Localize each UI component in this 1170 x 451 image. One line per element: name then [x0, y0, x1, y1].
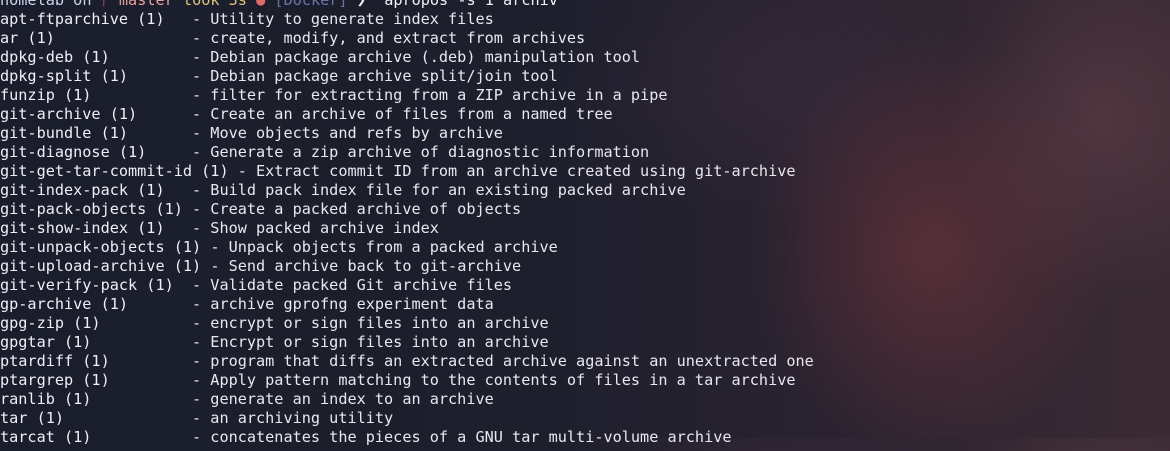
output-line: git-show-index (1) - Show packed archive…: [0, 219, 1170, 238]
output-line: git-archive (1) - Create an archive of f…: [0, 105, 1170, 124]
output-line: ptardiff (1) - program that diffs an ext…: [0, 352, 1170, 371]
output-line: gpg-zip (1) - encrypt or sign files into…: [0, 314, 1170, 333]
manpage-description: - Create a packed archive of objects: [182, 200, 522, 218]
manpage-description: - an archiving utility: [182, 409, 394, 427]
output-line: git-verify-pack (1) - Validate packed Gi…: [0, 276, 1170, 295]
manpage-name: git-verify-pack (1): [0, 276, 183, 294]
output-line: gp-archive (1) - archive gprofng experim…: [0, 295, 1170, 314]
output-line: git-get-tar-commit-id (1) - Extract comm…: [0, 162, 1170, 181]
output-line: git-index-pack (1) - Build pack index fi…: [0, 181, 1170, 200]
manpage-name: gp-archive (1): [0, 295, 183, 313]
manpage-description: - Extract commit ID from an archive crea…: [228, 162, 796, 180]
manpage-description: - concatenates the pieces of a GNU tar m…: [182, 428, 732, 446]
manpage-description: - encrypt or sign files into an archive: [182, 314, 549, 332]
manpage-name: git-upload-archive (1): [0, 257, 202, 275]
manpage-description: - Send archive back to git-archive: [201, 257, 522, 275]
output-line: ptargrep (1) - Apply pattern matching to…: [0, 371, 1170, 390]
manpage-description: - archive gprofng experiment data: [182, 295, 494, 313]
manpage-description: - generate an index to an archive: [182, 390, 494, 408]
manpage-name: git-index-pack (1): [0, 181, 183, 199]
manpage-description: - filter for extracting from a ZIP archi…: [182, 86, 668, 104]
manpage-name: ranlib (1): [0, 390, 183, 408]
output-line: funzip (1) - filter for extracting from …: [0, 86, 1170, 105]
output-line: dpkg-deb (1) - Debian package archive (.…: [0, 48, 1170, 67]
manpage-description: - Move objects and refs by archive: [182, 124, 503, 142]
prompt-arrow-icon: ❯: [356, 0, 366, 9]
output-line: gpgtar (1) - Encrypt or sign files into …: [0, 333, 1170, 352]
prompt-hostname: homelab: [0, 0, 65, 9]
output-line: tar (1) - an archiving utility: [0, 409, 1170, 428]
manpage-description: - Unpack objects from a packed archive: [201, 238, 558, 256]
manpage-description: - Debian package archive split/join tool: [182, 67, 558, 85]
manpage-description: - Debian package archive (.deb) manipula…: [182, 48, 641, 66]
manpage-name: tar (1): [0, 409, 183, 427]
manpage-name: ptardiff (1): [0, 352, 183, 370]
manpage-description: - Apply pattern matching to the contents…: [182, 371, 796, 389]
manpage-name: funzip (1): [0, 86, 183, 104]
manpage-description: - Show packed archive index: [182, 219, 439, 237]
manpage-name: git-get-tar-commit-id (1): [0, 162, 229, 180]
output-line: ranlib (1) - generate an index to an arc…: [0, 390, 1170, 409]
manpage-name: git-pack-objects (1): [0, 200, 183, 218]
manpage-description: - Create an archive of files from a name…: [182, 105, 613, 123]
manpage-name: git-unpack-objects (1): [0, 238, 202, 256]
output-line: git-bundle (1) - Move objects and refs b…: [0, 124, 1170, 143]
command-input[interactable]: apropos -s 1 archiv: [384, 0, 558, 9]
manpage-description: - Generate a zip archive of diagnostic i…: [182, 143, 650, 161]
manpage-description: - Utility to generate index files: [182, 10, 494, 28]
manpage-name: dpkg-deb (1): [0, 48, 183, 66]
manpage-name: git-show-index (1): [0, 219, 183, 237]
terminal-window[interactable]: homelab on ᚠ master took 3s ● [Docker] ❯…: [0, 0, 1170, 451]
prompt-status-dot: ●: [256, 0, 266, 9]
manpage-name: gpg-zip (1): [0, 314, 183, 332]
output-line: git-diagnose (1) - Generate a zip archiv…: [0, 143, 1170, 162]
manpage-name: git-diagnose (1): [0, 143, 183, 161]
prompt-git-branch: master: [118, 0, 174, 9]
manpage-name: tarcat (1): [0, 428, 183, 446]
prompt-docker-context: [Docker]: [274, 0, 348, 9]
manpage-description: - create, modify, and extract from archi…: [182, 29, 586, 47]
git-branch-icon: ᚠ: [100, 0, 110, 9]
prompt-duration: took 3s: [182, 0, 247, 9]
manpage-name: ar (1): [0, 29, 183, 47]
manpage-description: - Validate packed Git archive files: [182, 276, 513, 294]
manpage-name: gpgtar (1): [0, 333, 183, 351]
manpage-name: ptargrep (1): [0, 371, 183, 389]
manpage-name: git-bundle (1): [0, 124, 183, 142]
manpage-name: git-archive (1): [0, 105, 183, 123]
manpage-name: apt-ftparchive (1): [0, 10, 183, 28]
prompt-on-label: on: [73, 0, 92, 9]
output-line: dpkg-split (1) - Debian package archive …: [0, 67, 1170, 86]
manpage-description: - Build pack index file for an existing …: [182, 181, 686, 199]
manpage-name: dpkg-split (1): [0, 67, 183, 85]
output-line: git-upload-archive (1) - Send archive ba…: [0, 257, 1170, 276]
output-line: git-unpack-objects (1) - Unpack objects …: [0, 238, 1170, 257]
shell-prompt: homelab on ᚠ master took 3s ● [Docker] ❯…: [0, 0, 1170, 10]
output-line: apt-ftparchive (1) - Utility to generate…: [0, 10, 1170, 29]
output-line: ar (1) - create, modify, and extract fro…: [0, 29, 1170, 48]
manpage-description: - program that diffs an extracted archiv…: [182, 352, 814, 370]
manpage-description: - Encrypt or sign files into an archive: [182, 333, 549, 351]
output-line: git-pack-objects (1) - Create a packed a…: [0, 200, 1170, 219]
